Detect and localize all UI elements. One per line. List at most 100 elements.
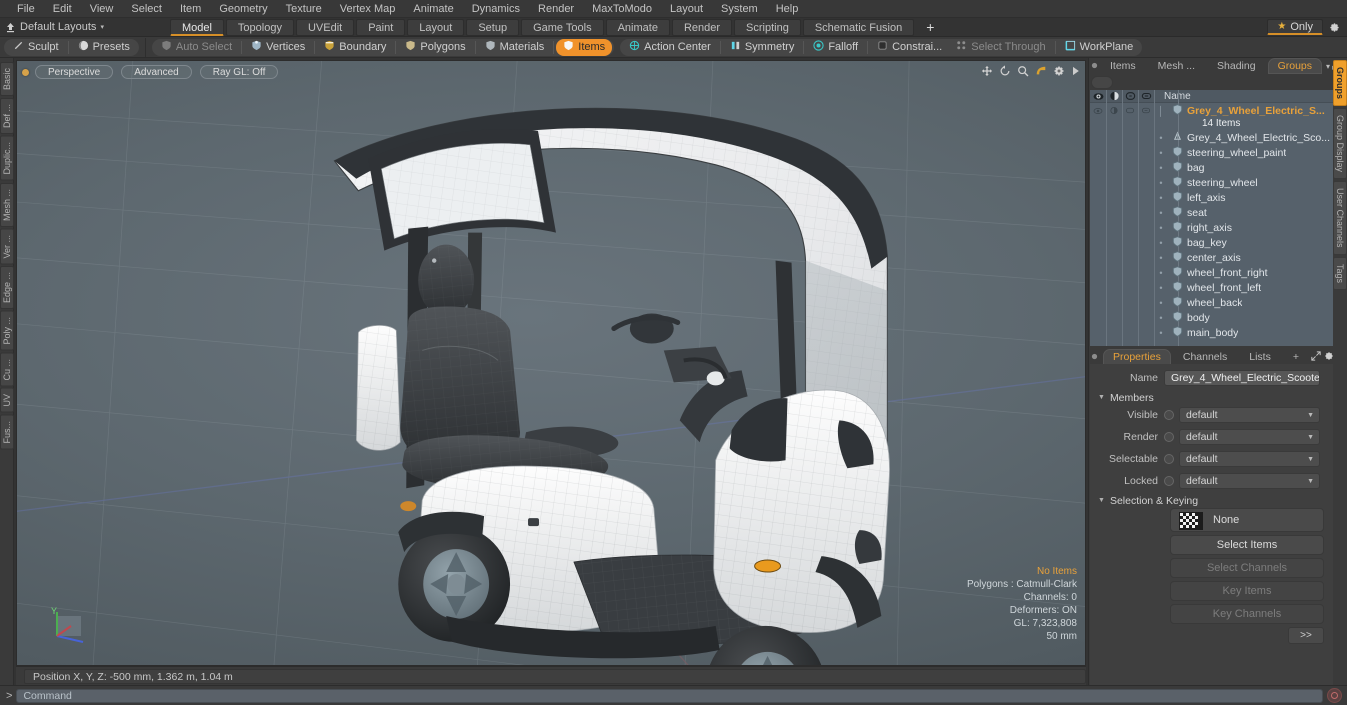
- select-items-button[interactable]: Select Items: [1170, 535, 1324, 555]
- lock-icon[interactable]: [1138, 91, 1154, 101]
- tab-topology[interactable]: Topology: [225, 18, 294, 36]
- menu-item-system[interactable]: System: [712, 0, 767, 18]
- tab-mesh[interactable]: Mesh ...: [1148, 58, 1205, 74]
- selectable-dot-icon[interactable]: [1164, 454, 1174, 464]
- tab-channels[interactable]: Channels: [1173, 349, 1237, 365]
- action-center-button[interactable]: Action Center: [622, 39, 718, 56]
- tab-properties[interactable]: Properties: [1103, 349, 1171, 365]
- tab-groups[interactable]: Groups: [1267, 58, 1323, 74]
- group-row-name-wrap[interactable]: Grey_4_Wheel_Electric_S...: [1168, 103, 1325, 118]
- menu-item-view[interactable]: View: [81, 0, 123, 18]
- locked-dropdown[interactable]: default ▼: [1179, 473, 1320, 489]
- tab-schematic-fusion[interactable]: Schematic Fusion: [802, 18, 915, 36]
- render-dropdown[interactable]: default ▼: [1179, 429, 1320, 445]
- materials-button[interactable]: Materials: [478, 39, 552, 56]
- list-item-row[interactable]: • steering_wheel: [1090, 175, 1346, 190]
- list-item-row[interactable]: • main_body: [1090, 325, 1346, 340]
- row-eye-icon[interactable]: [1090, 103, 1106, 118]
- select-through-button[interactable]: Select Through: [949, 39, 1052, 56]
- list-item-row[interactable]: • left_axis: [1090, 190, 1346, 205]
- expand-icon[interactable]: [1311, 350, 1324, 364]
- auto-select-button[interactable]: Auto Select: [154, 39, 239, 56]
- list-item-row[interactable]: • wheel_back: [1090, 295, 1346, 310]
- list-item-row[interactable]: • bag: [1090, 160, 1346, 175]
- members-section-header[interactable]: ▼ Members: [1090, 390, 1346, 405]
- symmetry-button[interactable]: Symmetry: [723, 39, 802, 56]
- add-tab-button[interactable]: +: [916, 19, 944, 36]
- left-rail-tab-uv[interactable]: UV: [0, 388, 14, 413]
- only-toggle-button[interactable]: ★ Only: [1267, 19, 1323, 35]
- workplane-button[interactable]: WorkPlane: [1058, 39, 1141, 56]
- tab-model[interactable]: Model: [169, 18, 224, 36]
- locked-dot-icon[interactable]: [1164, 476, 1174, 486]
- visible-dropdown[interactable]: default ▼: [1179, 407, 1320, 423]
- list-item-row[interactable]: • wheel_front_right: [1090, 265, 1346, 280]
- vertices-button[interactable]: Vertices: [244, 39, 312, 56]
- tab-game-tools[interactable]: Game Tools: [521, 18, 604, 36]
- menu-item-texture[interactable]: Texture: [277, 0, 331, 18]
- list-item-row[interactable]: • seat: [1090, 205, 1346, 220]
- visible-dot-icon[interactable]: [1164, 410, 1174, 420]
- group-name-input[interactable]: Grey_4_Wheel_Electric_Scooter_: [1164, 370, 1320, 386]
- tab-layout[interactable]: Layout: [407, 18, 465, 36]
- record-icon[interactable]: [1327, 688, 1342, 703]
- left-rail-tab-vertex[interactable]: Ver ...: [0, 228, 14, 265]
- side-tab-tags[interactable]: Tags: [1333, 256, 1347, 290]
- menu-item-animate[interactable]: Animate: [404, 0, 462, 18]
- layout-home-icon[interactable]: [0, 18, 20, 37]
- menu-item-geometry[interactable]: Geometry: [210, 0, 276, 18]
- falloff-button[interactable]: Falloff: [806, 39, 865, 56]
- left-rail-tab-edge[interactable]: Edge ...: [0, 266, 14, 310]
- tab-scripting[interactable]: Scripting: [734, 18, 801, 36]
- list-item-row[interactable]: • Grey_4_Wheel_Electric_Sco...: [1090, 130, 1346, 145]
- menu-item-item[interactable]: Item: [171, 0, 210, 18]
- left-rail-tab-mesh[interactable]: Mesh ...: [0, 182, 14, 227]
- left-rail-tab-basic[interactable]: Basic: [0, 62, 14, 97]
- menu-item-render[interactable]: Render: [529, 0, 583, 18]
- selectable-dropdown[interactable]: default ▼: [1179, 451, 1320, 467]
- side-tab-groups[interactable]: Groups: [1333, 60, 1347, 107]
- menu-item-maxtomodo[interactable]: MaxToModo: [583, 0, 661, 18]
- list-item-row[interactable]: • body: [1090, 310, 1346, 325]
- sculpt-button[interactable]: Sculpt: [6, 39, 66, 56]
- group-item-list[interactable]: Name: [1090, 90, 1346, 346]
- row-lock-icon[interactable]: [1138, 103, 1154, 118]
- left-rail-tab-curve[interactable]: Cu ...: [0, 352, 14, 387]
- gear-icon[interactable]: [1325, 19, 1343, 36]
- render-icon[interactable]: [1106, 91, 1122, 101]
- menu-item-edit[interactable]: Edit: [44, 0, 81, 18]
- left-rail-tab-fusion[interactable]: Fus...: [0, 414, 14, 450]
- menu-item-file[interactable]: File: [8, 0, 44, 18]
- selectable-icon[interactable]: [1122, 91, 1138, 101]
- row-render-icon[interactable]: [1106, 103, 1122, 118]
- item-list-rows[interactable]: │ Grey_4_Wheel_Electric_S... 14 Items •: [1090, 103, 1346, 346]
- list-item-row[interactable]: • wheel_front_left: [1090, 280, 1346, 295]
- list-item-row[interactable]: • right_axis: [1090, 220, 1346, 235]
- eye-icon[interactable]: [1090, 92, 1106, 101]
- row-selectable-icon[interactable]: [1122, 103, 1138, 118]
- tab-uvedit[interactable]: UVEdit: [295, 18, 355, 36]
- panel-tab-caret-icon[interactable]: ▾: [1326, 62, 1330, 71]
- render-dot-icon[interactable]: [1164, 432, 1174, 442]
- menu-item-select[interactable]: Select: [122, 0, 171, 18]
- tab-add-properties[interactable]: +: [1283, 349, 1309, 365]
- menu-item-layout[interactable]: Layout: [661, 0, 712, 18]
- tab-render[interactable]: Render: [671, 18, 733, 36]
- tab-animate[interactable]: Animate: [605, 18, 670, 36]
- presets-button[interactable]: Presets: [71, 39, 137, 56]
- tab-lists[interactable]: Lists: [1239, 349, 1281, 365]
- selection-keying-section-header[interactable]: ▼ Selection & Keying: [1090, 493, 1346, 508]
- menu-item-help[interactable]: Help: [767, 0, 808, 18]
- selection-mode-button[interactable]: None: [1170, 508, 1324, 532]
- list-item-row[interactable]: • center_axis: [1090, 250, 1346, 265]
- side-tab-group-display[interactable]: Group Display: [1333, 108, 1347, 180]
- command-input[interactable]: Command: [16, 688, 1323, 703]
- boundary-button[interactable]: Boundary: [317, 39, 393, 56]
- list-item-group[interactable]: │ Grey_4_Wheel_Electric_S...: [1090, 103, 1346, 118]
- list-item-row[interactable]: • steering_wheel_paint: [1090, 145, 1346, 160]
- tab-paint[interactable]: Paint: [356, 18, 406, 36]
- menu-item-vertex-map[interactable]: Vertex Map: [331, 0, 405, 18]
- side-tab-user-channels[interactable]: User Channels: [1333, 181, 1347, 255]
- tab-shading[interactable]: Shading: [1207, 58, 1266, 74]
- left-rail-tab-deform[interactable]: Def ...: [0, 98, 14, 135]
